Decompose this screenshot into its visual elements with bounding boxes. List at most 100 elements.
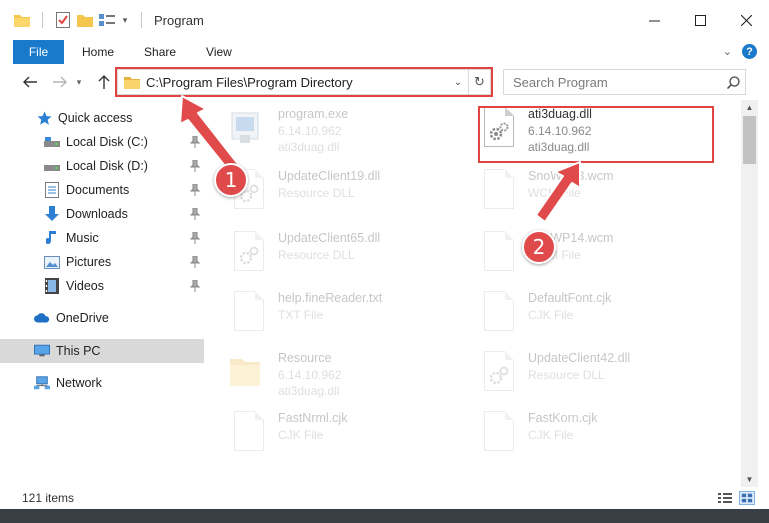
file-item-defaultfont[interactable]: DefaultFont.cjk CJK File [458, 288, 698, 346]
tab-home[interactable]: Home [64, 40, 129, 64]
properties-icon[interactable] [55, 12, 71, 28]
folder-icon [228, 351, 268, 403]
sidebar-item-local-disk-d[interactable]: Local Disk (D:) [0, 154, 204, 178]
up-button[interactable] [93, 71, 115, 93]
search-input[interactable]: Search Program [513, 75, 721, 90]
sidebar-item-quick-access[interactable]: Quick access [0, 106, 204, 130]
expand-ribbon-icon[interactable]: ⌄ [723, 45, 732, 58]
file-detail: Resource DLL [278, 186, 355, 200]
file-detail: ati3duag.dll [278, 384, 340, 398]
address-dropdown-icon[interactable]: ⌄ [448, 77, 468, 88]
file-item-snowp14[interactable]: SnoWP14.wcm WCM File [458, 228, 698, 286]
maximize-button[interactable] [677, 0, 723, 40]
view-options-icon[interactable] [99, 12, 115, 28]
star-icon [36, 110, 52, 126]
file-detail: Resource DLL [528, 368, 605, 382]
new-folder-icon[interactable] [77, 12, 93, 28]
back-button[interactable] [19, 71, 41, 93]
recent-locations-button[interactable]: ▾ [73, 71, 85, 93]
file-item-updateclient42[interactable]: UpdateClient42.dll Resource DLL [458, 348, 698, 406]
arrow-right-icon [53, 76, 67, 88]
pin-icon[interactable] [190, 160, 200, 172]
sidebar-item-label: OneDrive [56, 311, 109, 325]
file-name: program.exe [278, 107, 349, 121]
chevron-down-icon[interactable]: ▾ [121, 12, 129, 28]
file-item-help-finereader[interactable]: help.fineReader.txt TXT File [208, 288, 448, 346]
file-name: Resource [278, 351, 332, 365]
desktop-background [0, 509, 769, 523]
file-item-snowp13[interactable]: SnoWP13.wcm WCM File [458, 166, 698, 224]
cloud-icon [34, 310, 50, 326]
pin-icon[interactable] [190, 136, 200, 148]
blank-file-icon [228, 291, 268, 343]
search-icon[interactable] [721, 75, 745, 89]
file-item-fastnrml[interactable]: FastNrml.cjk CJK File [208, 408, 448, 466]
pin-icon[interactable] [190, 280, 200, 292]
sidebar-item-label: Videos [66, 279, 104, 293]
sidebar-item-pictures[interactable]: Pictures [0, 250, 204, 274]
folder-icon[interactable] [14, 12, 30, 28]
music-icon [44, 230, 60, 246]
sidebar-item-local-disk-c[interactable]: Local Disk (C:) [0, 130, 204, 154]
tab-file[interactable]: File [13, 40, 64, 64]
videos-icon [44, 278, 60, 294]
details-view-icon[interactable] [717, 491, 733, 505]
blank-file-icon [478, 411, 518, 463]
file-item-ati3duag-dll[interactable]: ati3duag.dll 6.14.10.962 ati3duag.dll [458, 104, 698, 162]
file-detail: Resource DLL [278, 248, 355, 262]
sidebar-item-this-pc[interactable]: This PC [0, 339, 204, 363]
close-button[interactable] [723, 0, 769, 40]
file-item-program-exe[interactable]: program.exe 6.14.10.962 ati3duag.dll [208, 104, 448, 162]
blank-file-icon [478, 169, 518, 221]
scroll-down-icon[interactable]: ▼ [741, 472, 758, 486]
address-path[interactable]: C:\Program Files\Program Directory [146, 75, 448, 90]
file-detail: TXT File [278, 308, 324, 322]
file-item-updateclient65[interactable]: UpdateClient65.dll Resource DLL [208, 228, 448, 286]
file-detail: WCM File [528, 186, 581, 200]
sidebar-item-label: Local Disk (D:) [66, 159, 148, 173]
folder-icon [124, 77, 140, 89]
file-name: help.fineReader.txt [278, 291, 383, 305]
pin-icon[interactable] [190, 184, 200, 196]
file-name: ati3duag.dll [528, 107, 592, 121]
sidebar-item-network[interactable]: Network [0, 371, 204, 395]
file-detail: 6.14.10.962 [528, 124, 592, 138]
close-icon [740, 14, 752, 26]
step-badge-2: 2 [522, 230, 556, 264]
minimize-button[interactable] [631, 0, 677, 40]
sidebar-item-downloads[interactable]: Downloads [0, 202, 204, 226]
pin-icon[interactable] [190, 232, 200, 244]
file-item-resource[interactable]: Resource 6.14.10.962 ati3duag.dll [208, 348, 448, 406]
toolbar-separator [141, 12, 142, 28]
vertical-scrollbar[interactable]: ▲ ▼ [741, 100, 758, 487]
ribbon-right-controls: ⌄ ? [723, 44, 757, 59]
sidebar-item-label: Music [66, 231, 99, 245]
toolbar-separator [42, 12, 43, 28]
scrollbar-thumb[interactable] [743, 116, 756, 164]
pin-icon[interactable] [190, 208, 200, 220]
file-name: FastKorn.cjk [528, 411, 598, 425]
address-bar[interactable]: C:\Program Files\Program Directory ⌄ ↻ [117, 69, 491, 95]
sidebar-item-documents[interactable]: Documents [0, 178, 204, 202]
file-detail: ati3duag.dll [278, 140, 340, 154]
search-box[interactable]: Search Program [503, 69, 746, 95]
forward-button[interactable] [49, 71, 71, 93]
file-list: program.exe 6.14.10.962 ati3duag.dll ati… [208, 100, 740, 487]
tiles-view-icon[interactable] [739, 491, 755, 505]
item-count: 121 items [22, 491, 75, 505]
help-icon[interactable]: ? [742, 44, 757, 59]
sidebar-item-videos[interactable]: Videos [0, 274, 204, 298]
refresh-icon[interactable]: ↻ [468, 70, 490, 94]
pin-icon[interactable] [190, 256, 200, 268]
navigation-pane: Quick access Local Disk (C:) Local Disk … [0, 100, 204, 487]
tab-view[interactable]: View [191, 40, 247, 64]
file-name: SnoWP13.wcm [528, 169, 614, 183]
navigation-bar: ▾ C:\Program Files\Program Directory ⌄ ↻… [0, 66, 769, 98]
tab-share[interactable]: Share [129, 40, 191, 64]
scroll-up-icon[interactable]: ▲ [741, 100, 758, 114]
file-item-fastkorn[interactable]: FastKorn.cjk CJK File [458, 408, 698, 466]
sidebar-item-music[interactable]: Music [0, 226, 204, 250]
sidebar-item-onedrive[interactable]: OneDrive [0, 306, 204, 330]
sidebar-item-label: Network [56, 376, 102, 390]
file-name: UpdateClient65.dll [278, 231, 381, 245]
